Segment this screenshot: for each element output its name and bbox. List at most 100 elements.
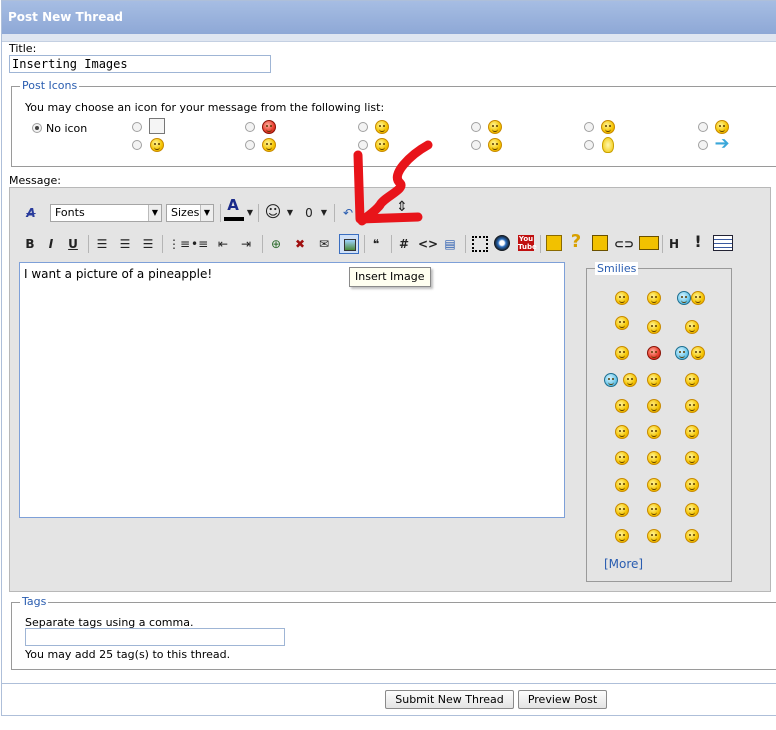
icon-radio[interactable] (584, 122, 594, 132)
icon-radio[interactable] (584, 140, 594, 150)
italic-button[interactable]: I (43, 235, 59, 253)
message-textarea[interactable]: I want a picture of a pineapple! (19, 262, 565, 518)
smilie-icon[interactable] (685, 320, 699, 334)
chevron-down-icon[interactable]: ▼ (286, 204, 294, 222)
hash-button[interactable]: # (396, 235, 412, 253)
smilie-icon[interactable] (615, 451, 629, 465)
table-icon[interactable] (713, 235, 733, 251)
ordered-list-icon[interactable]: ⋮≡ (168, 235, 190, 253)
no-icon-radio[interactable] (32, 123, 42, 133)
copy-icon[interactable] (546, 235, 562, 251)
fonts-select[interactable]: Fonts ▼ (50, 204, 162, 222)
book-icon[interactable] (592, 235, 608, 251)
smilie-icon[interactable] (647, 451, 661, 465)
title-input[interactable]: Inserting Images (9, 55, 271, 73)
smilie-icon[interactable] (623, 373, 637, 387)
smilie-icon[interactable] (647, 346, 661, 360)
smilie-icon[interactable] (647, 373, 661, 387)
code-button[interactable]: <> (418, 235, 438, 253)
insert-email-icon[interactable]: ✉ (316, 235, 332, 253)
arrow-right-icon: ➔ (714, 133, 730, 154)
underline-button[interactable]: U (65, 235, 81, 253)
no-icon-label: No icon (46, 122, 88, 135)
smilie-icon[interactable] (615, 316, 629, 330)
smilie-icon[interactable] (677, 291, 691, 305)
smilie-icon[interactable] (685, 478, 699, 492)
preview-post-button[interactable]: Preview Post (518, 690, 607, 709)
smilie-icon[interactable] (647, 478, 661, 492)
video-icon[interactable] (494, 235, 510, 251)
document-icon (149, 118, 165, 134)
smiley-insert-icon[interactable]: ☺ (264, 203, 282, 221)
smilie-icon[interactable] (685, 425, 699, 439)
icon-radio[interactable] (245, 140, 255, 150)
smilie-icon[interactable] (685, 399, 699, 413)
box-icon[interactable] (639, 236, 659, 250)
smilie-icon[interactable] (604, 373, 618, 387)
align-center-icon[interactable]: ☰ (117, 235, 133, 253)
smilie-icon[interactable] (685, 373, 699, 387)
smilie-icon[interactable] (615, 291, 629, 305)
smilie-icon[interactable] (691, 346, 705, 360)
smilie-icon[interactable] (615, 425, 629, 439)
insert-link-icon[interactable]: ⊕ (268, 235, 284, 253)
help-button[interactable]: ? (568, 233, 584, 251)
icon-radio[interactable] (471, 122, 481, 132)
remove-link-icon[interactable]: ✖ (292, 235, 308, 253)
smilie-icon[interactable] (615, 478, 629, 492)
icon-radio[interactable] (471, 140, 481, 150)
smilie-icon[interactable] (675, 346, 689, 360)
header-icon[interactable]: H (666, 235, 682, 253)
bold-button[interactable]: B (22, 235, 38, 253)
outdent-icon[interactable]: ⇤ (215, 235, 231, 253)
align-right-icon[interactable]: ☰ (140, 235, 156, 253)
chevron-down-icon[interactable]: ▼ (320, 204, 328, 222)
insert-image-button[interactable] (339, 234, 359, 254)
angry-icon (262, 120, 276, 134)
toolbar-separator (662, 235, 663, 253)
exclaim-button[interactable]: ! (692, 233, 704, 251)
message-editor: A Fonts ▼ Sizes ▼ A ▼ ☺ ▼ 0 ▼ ↶ ⇕ B I U … (9, 187, 771, 592)
smilie-icon[interactable] (615, 503, 629, 517)
toolbar-separator (258, 204, 259, 222)
icon-radio[interactable] (132, 122, 142, 132)
tags-input[interactable] (25, 628, 285, 646)
smilie-icon[interactable] (615, 529, 629, 543)
align-left-icon[interactable]: ☰ (94, 235, 110, 253)
font-color-button[interactable]: A (222, 196, 244, 214)
smilie-icon[interactable] (615, 399, 629, 413)
smilie-icon[interactable] (647, 399, 661, 413)
smilies-more-link[interactable]: [More] (604, 557, 643, 571)
php-icon[interactable]: ▤ (442, 235, 458, 253)
smilie-icon[interactable] (685, 503, 699, 517)
icon-radio[interactable] (698, 140, 708, 150)
smilie-icon[interactable] (691, 291, 705, 305)
sizes-select[interactable]: Sizes ▼ (166, 204, 214, 222)
smilie-icon[interactable] (685, 529, 699, 543)
smilie-icon[interactable] (647, 320, 661, 334)
icon-radio[interactable] (132, 140, 142, 150)
smilie-icon[interactable] (647, 291, 661, 305)
smilie-icon[interactable] (647, 425, 661, 439)
unordered-list-icon[interactable]: •≡ (191, 235, 208, 253)
smilie-icon[interactable] (685, 451, 699, 465)
indent-icon[interactable]: ⇥ (238, 235, 254, 253)
quote-icon[interactable]: ❝ (368, 235, 384, 253)
youtube-icon[interactable]: You Tube (518, 235, 537, 251)
remove-format-icon[interactable]: A (22, 204, 40, 222)
attachment-icon[interactable]: 0 (302, 204, 316, 222)
smilie-icon[interactable] (647, 503, 661, 517)
smilie-icon[interactable] (647, 529, 661, 543)
submit-new-thread-button[interactable]: Submit New Thread (385, 690, 514, 709)
toolbar-separator (391, 235, 392, 253)
image-icon (344, 239, 356, 251)
toolbar-separator (465, 235, 466, 253)
smilie-icon[interactable] (615, 346, 629, 360)
icon-radio[interactable] (245, 122, 255, 132)
chain-icon[interactable]: ⊂⊃ (614, 235, 634, 253)
chevron-down-icon[interactable]: ▼ (246, 204, 254, 222)
icon-radio[interactable] (358, 122, 368, 132)
selection-icon[interactable] (472, 236, 488, 252)
icon-radio[interactable] (698, 122, 708, 132)
lightbulb-icon (602, 137, 614, 153)
